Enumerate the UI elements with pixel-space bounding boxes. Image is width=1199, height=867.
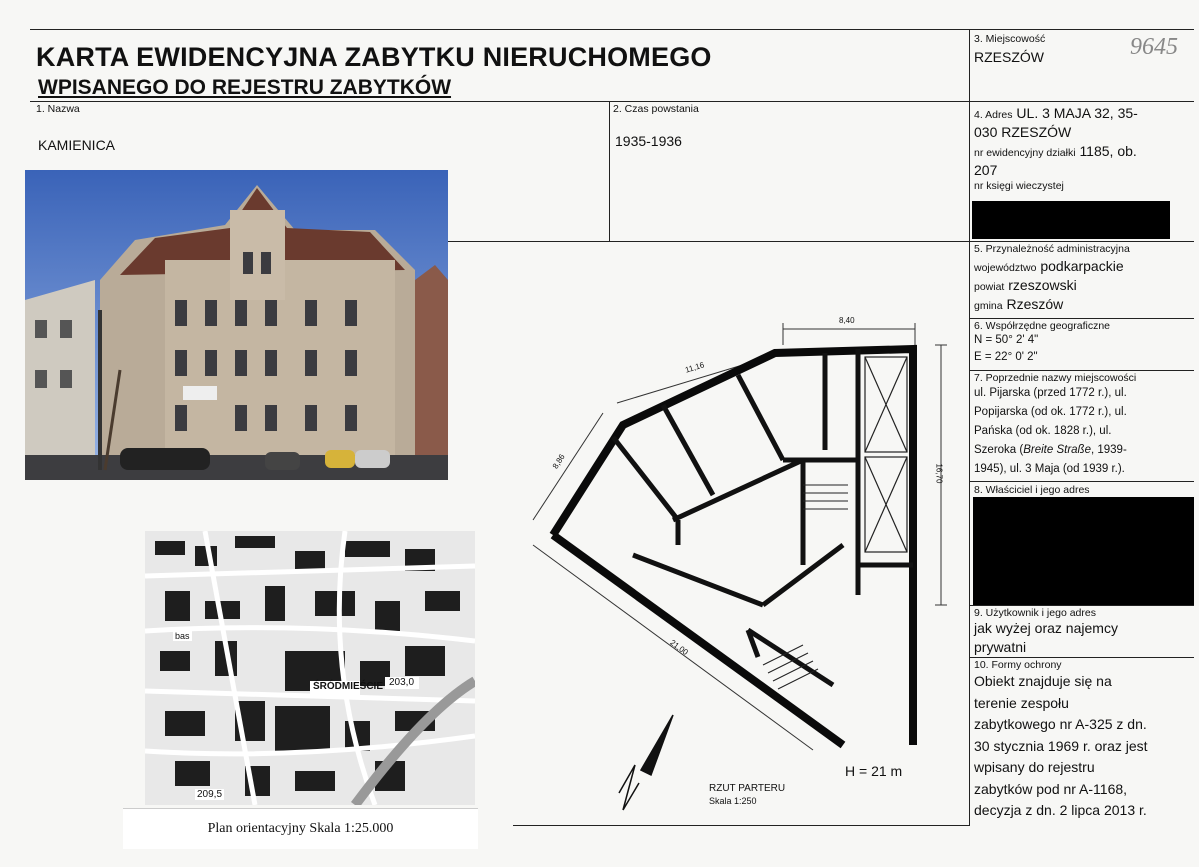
land-register-label: nr księgi wieczystej: [974, 180, 1064, 192]
protection-line2: terenie zespołu: [974, 694, 1069, 711]
header-divider: [30, 101, 970, 102]
field8-label: 8. Właściciel i jego adres: [974, 484, 1090, 496]
prev-name-line2: Popijarska (od ok. 1772 r.), ul.: [974, 406, 1127, 418]
prev-name-line5: 1945), ul. 3 Maja (od 1939 r.).: [974, 463, 1125, 475]
sep-5: [969, 241, 1194, 242]
field3-value: RZESZÓW: [974, 49, 1044, 65]
map-elevation-2: 209,5: [195, 789, 225, 800]
sep-8: [969, 481, 1194, 482]
plot-value-a: 1185, ob.: [1079, 143, 1137, 159]
field2-label: 2. Czas powstania: [613, 103, 699, 115]
protection-line3: zabytkowego nr A-325 z dn.: [974, 716, 1147, 732]
top-border: [30, 29, 1194, 30]
sep-9: [969, 605, 1194, 606]
plan-scale: Skala 1:250: [709, 796, 757, 806]
field2-divider: [609, 101, 610, 241]
field7-block: 7. Poprzednie nazwy miejscowości ul. Pij…: [974, 372, 1194, 479]
plot-value-b: 207: [974, 162, 998, 178]
field5-block: 5. Przynależność administracyjna wojewód…: [974, 243, 1194, 314]
field2-value: 1935-1936: [615, 133, 682, 149]
field4-block: 4. Adres UL. 3 MAJA 32, 35- 030 RZESZÓW …: [974, 104, 1194, 192]
county-value: rzeszowski: [1008, 277, 1077, 293]
prev-name-line4: Szeroka (Breite Straße, 1939-: [974, 441, 1194, 460]
field4-label: 4. Adres: [974, 109, 1013, 121]
field1-label: 1. Nazwa: [36, 103, 80, 115]
land-register-redaction: [972, 201, 1170, 239]
card-title: KARTA EWIDENCYJNA ZABYTKU NIERUCHOMEGO: [36, 42, 712, 72]
building-height: H = 21 m: [845, 763, 903, 779]
dim-right: 16,70: [934, 463, 944, 484]
prev-name-line1: ul. Pijarska (przed 1772 r.), ul.: [974, 387, 1127, 399]
latitude: N = 50° 2' 4": [974, 334, 1039, 346]
prev-name-line4-suffix: , 1939-: [1090, 444, 1127, 456]
sep-10: [969, 657, 1194, 658]
address-line1: UL. 3 MAJA 32, 35-: [1016, 105, 1138, 121]
map-caption: Plan orientacyjny Skala 1:25.000: [123, 808, 478, 849]
floor-plan: 8,40 11,16 8,86 16,70 21,00 H = 21 m RZU…: [513, 245, 968, 823]
bottom-border: [513, 825, 970, 826]
field7-label: 7. Poprzednie nazwy miejscowości: [974, 372, 1137, 384]
sep-6: [969, 318, 1194, 319]
county-label: powiat: [974, 281, 1005, 293]
card-subtitle: WPISANEGO DO REJESTRU ZABYTKÓW: [38, 76, 452, 99]
handwritten-number: 9645: [1130, 34, 1178, 60]
protection-line7: decyzja z dn. 2 lipca 2013 r.: [974, 802, 1147, 818]
dim-top: 8,40: [839, 316, 855, 325]
sep-7: [969, 370, 1194, 371]
plot-label: nr ewidencyjny działki: [974, 147, 1076, 159]
voivodeship-label: województwo: [974, 262, 1037, 274]
sep-4: [969, 101, 1194, 102]
owner-redaction: [973, 497, 1194, 605]
prev-name-line3: Pańska (od ok. 1828 r.), ul.: [974, 425, 1112, 437]
field6-block: 6. Współrzędne geograficzne N = 50° 2' 4…: [974, 320, 1110, 366]
upper-section-divider: [448, 241, 970, 242]
orientation-map: ŚRÓDMIEŚCIE 203,0 209,5 bas: [145, 531, 475, 805]
address-line2: 030 RZESZÓW: [974, 124, 1072, 140]
map-elevation-1: 203,0: [389, 677, 415, 688]
protection-line5: wpisany do rejestru: [974, 759, 1095, 775]
voivodeship-value: podkarpackie: [1040, 258, 1124, 274]
building-photo: [25, 170, 448, 480]
right-column-divider: [969, 29, 970, 825]
field5-label: 5. Przynależność administracyjna: [974, 243, 1130, 255]
field10-label: 10. Formy ochrony: [974, 659, 1062, 671]
prev-name-line4-italic: Breite Straße: [1023, 444, 1091, 456]
protection-line1: Obiekt znajduje się na: [974, 673, 1112, 689]
user-line2: prywatni: [974, 639, 1027, 655]
field1-value: KAMIENICA: [38, 137, 116, 153]
north-label: N: [653, 723, 654, 724]
commune-value: Rzeszów: [1006, 296, 1064, 312]
commune-label: gmina: [974, 300, 1003, 312]
protection-line4: 30 stycznia 1969 r. oraz jest: [974, 737, 1148, 754]
field9-label: 9. Użytkownik i jego adres: [974, 607, 1096, 619]
field6-label: 6. Współrzędne geograficzne: [974, 320, 1110, 332]
plan-caption: RZUT PARTERU: [709, 783, 786, 794]
field3-label: 3. Miejscowość: [974, 33, 1046, 45]
field10-block: 10. Formy ochrony Obiekt znajduje się na…: [974, 659, 1148, 822]
field9-block: 9. Użytkownik i jego adres jak wyżej ora…: [974, 607, 1118, 657]
map-area-label: bas: [173, 631, 192, 641]
user-line1: jak wyżej oraz najemcy: [974, 620, 1118, 636]
longitude: E = 22° 0' 2": [974, 351, 1038, 363]
prev-name-line4-prefix: Szeroka (: [974, 444, 1024, 456]
map-district-label: ŚRÓDMIEŚCIE: [313, 681, 384, 692]
protection-line6: zabytków pod nr A-1168,: [974, 780, 1128, 797]
